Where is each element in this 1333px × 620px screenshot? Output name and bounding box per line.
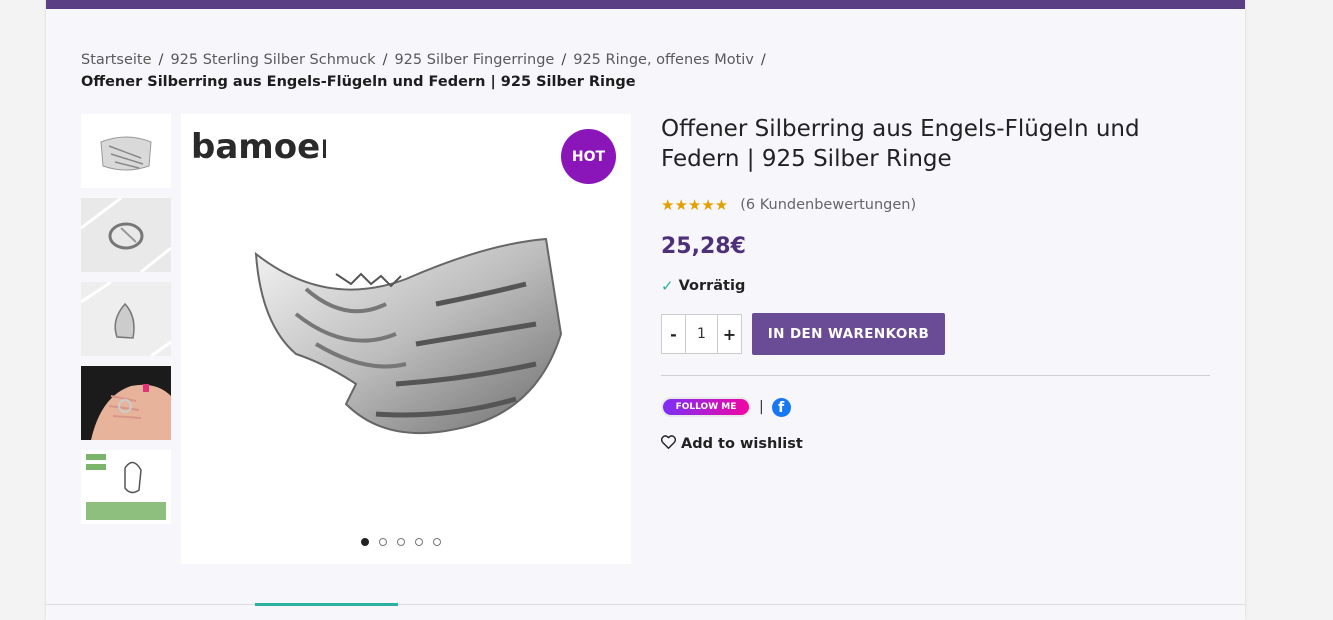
product-title: Offener Silberring aus Engels-Flügeln un… <box>661 116 1140 172</box>
thumbnail-ring-size-chart[interactable] <box>81 450 171 524</box>
active-tab-indicator[interactable] <box>255 603 398 606</box>
main-product-image[interactable]: bamoer HOT <box>181 114 631 564</box>
divider <box>661 375 1210 376</box>
breadcrumb-separator: / <box>158 52 164 68</box>
thumbnail-list <box>81 114 171 534</box>
stock-label: Vorrätig <box>678 278 746 294</box>
social-links: FOLLOW ME | f <box>661 397 1211 417</box>
social-separator: | <box>759 399 764 415</box>
follow-me-button[interactable]: FOLLOW ME <box>661 397 751 417</box>
thumbnail-ring-front[interactable] <box>81 114 171 188</box>
qty-input[interactable]: 1 <box>685 315 718 353</box>
thumbnail-ring-on-hand[interactable] <box>81 366 171 440</box>
qty-plus-button[interactable]: + <box>718 315 741 353</box>
breadcrumb-home[interactable]: Startseite <box>81 52 152 68</box>
thumbnail-ring-angled[interactable] <box>81 282 171 356</box>
reviews-link[interactable]: (6 Kundenbewertungen) <box>740 197 916 213</box>
hot-badge: HOT <box>561 129 616 184</box>
stock-status: ✓ Vorrätig <box>661 277 1211 295</box>
product-summary: Offener Silberring aus Engels-Flügeln un… <box>660 114 1211 453</box>
thumbnail-ring-side-box[interactable] <box>81 198 171 272</box>
wishlist-label: Add to wishlist <box>681 436 803 452</box>
star-rating-icon: ★★★★★ <box>661 196 729 214</box>
qty-minus-button[interactable]: - <box>662 315 685 353</box>
breadcrumb-open-rings[interactable]: 925 Ringe, offenes Motiv <box>573 52 754 68</box>
slide-dot-3[interactable] <box>397 538 405 546</box>
slide-indicators <box>361 538 441 546</box>
facebook-icon[interactable]: f <box>771 397 791 417</box>
quantity-stepper: - 1 + <box>661 314 742 354</box>
heart-icon <box>660 435 677 453</box>
add-to-cart-button[interactable]: IN DEN WARENKORB <box>752 313 945 355</box>
breadcrumb-current: Offener Silberring aus Engels-Flügeln un… <box>81 74 636 90</box>
product-price: 25,28€ <box>661 234 746 259</box>
wishlist-link[interactable]: Add to wishlist <box>660 435 1211 453</box>
bamoer-logo: bamoer <box>191 122 337 170</box>
breadcrumb-finger-rings[interactable]: 925 Silber Fingerringe <box>394 52 554 68</box>
top-bar <box>46 0 1245 9</box>
slide-dot-2[interactable] <box>379 538 387 546</box>
slide-dot-1[interactable] <box>361 538 369 546</box>
ring-illustration <box>236 214 576 478</box>
breadcrumb-separator: / <box>760 52 766 68</box>
product-rating: ★★★★★ (6 Kundenbewertungen) <box>661 196 1211 214</box>
add-to-cart-row: - 1 + IN DEN WARENKORB <box>661 313 1211 355</box>
breadcrumb-separator: / <box>561 52 567 68</box>
check-icon: ✓ <box>661 277 674 295</box>
breadcrumb-silver-jewelry[interactable]: 925 Sterling Silber Schmuck <box>170 52 375 68</box>
logo-text: bamoer <box>191 127 326 166</box>
tabs-divider <box>46 604 1245 605</box>
breadcrumb: Startseite / 925 Sterling Silber Schmuck / 9… <box>81 49 1181 93</box>
slide-dot-5[interactable] <box>433 538 441 546</box>
breadcrumb-separator: / <box>382 52 388 68</box>
slide-dot-4[interactable] <box>415 538 423 546</box>
product-page: Startseite / 925 Sterling Silber Schmuck / 9… <box>46 0 1245 620</box>
